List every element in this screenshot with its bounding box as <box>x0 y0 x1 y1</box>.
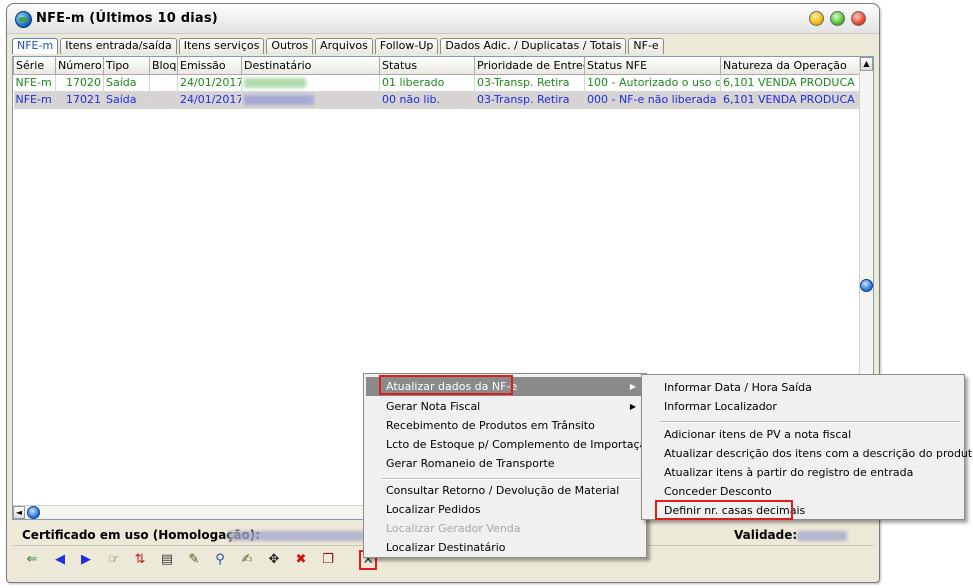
cell-emissao: 24/01/2017 <box>177 91 242 109</box>
tab-dados-adic[interactable]: Dados Adic. / Duplicatas / Totais <box>440 38 627 54</box>
exit-icon[interactable]: ⇐ <box>24 552 40 568</box>
submenu-item-data-hora-saida[interactable]: Informar Data / Hora Saída <box>644 378 962 397</box>
cell-tipo: Saída <box>103 74 150 92</box>
menu-item-gerar-romaneio[interactable]: Gerar Romaneio de Transporte <box>366 454 644 473</box>
col-tipo[interactable]: Tipo <box>103 57 150 75</box>
col-emissao[interactable]: Emissão <box>177 57 242 75</box>
scroll-thumb-horizontal[interactable] <box>27 506 40 519</box>
table-row[interactable]: NFE-m 17020 Saída 24/01/2017 01 liberado… <box>13 74 862 92</box>
validade-value-redacted <box>797 531 847 541</box>
menu-item-consultar-retorno[interactable]: Consultar Retorno / Devolução de Materia… <box>366 481 644 500</box>
col-prioridade[interactable]: Prioridade de Entrega <box>474 57 585 75</box>
certificate-value-redacted <box>228 531 368 541</box>
tab-itens-entrada-saida[interactable]: Itens entrada/saída <box>60 38 177 54</box>
cell-serie: NFE-m <box>13 74 56 92</box>
cell-serie: NFE-m <box>13 91 56 109</box>
minimize-button[interactable] <box>809 11 824 26</box>
cell-tipo: Saída <box>103 91 150 109</box>
sign-icon[interactable]: ✎ <box>186 552 202 568</box>
cell-status: 00 não lib. <box>379 91 475 109</box>
document-edit-icon[interactable]: ▤ <box>159 552 175 568</box>
menu-item-label: Gerar Nota Fiscal <box>386 400 481 413</box>
title-bar[interactable]: NFE-m (Últimos 10 dias) <box>7 4 879 34</box>
cell-numero: 17021 <box>55 91 104 109</box>
cell-bloq <box>149 91 178 109</box>
tab-itens-servicos[interactable]: Itens serviços <box>178 38 265 54</box>
cell-numero: 17020 <box>55 74 104 92</box>
submenu-item-atualizar-itens-entrada[interactable]: Atualizar itens à partir do registro de … <box>644 463 962 482</box>
cell-natureza: 6,101 VENDA PRODUCA <box>720 91 862 109</box>
close-button[interactable] <box>851 11 866 26</box>
menu-item-localizar-gerador-venda: Localizar Gerador Venda <box>386 522 521 535</box>
menu-item-label: Atualizar dados da NF-e <box>386 380 518 393</box>
scroll-thumb[interactable] <box>860 279 873 292</box>
cell-destinatario-redacted <box>241 91 380 109</box>
validade-label: Validade: <box>734 528 798 542</box>
cell-status-nfe: 000 - NF-e não liberada para <box>584 91 721 109</box>
menu-item-atualizar-dados-nfe[interactable]: Atualizar dados da NF-e ▶ <box>366 377 644 396</box>
hand-pointer-icon[interactable]: ☞ <box>106 552 122 568</box>
copy-icon[interactable]: ❐ <box>320 552 336 568</box>
col-destinatario[interactable]: Destinatário <box>241 57 380 75</box>
grid-header-row: Série Número Tipo Bloq Emissão Destinatá… <box>13 57 862 75</box>
arrow-right-icon[interactable]: ▶ <box>78 552 94 568</box>
tab-follow-up[interactable]: Follow-Up <box>374 38 439 54</box>
col-natureza[interactable]: Natureza da Operação <box>720 57 862 75</box>
submenu-arrow-icon: ▶ <box>629 382 636 391</box>
maximize-button[interactable] <box>830 11 845 26</box>
submenu-item-conceder-desconto[interactable]: Conceder Desconto <box>644 482 962 501</box>
submenu-arrow-icon: ▶ <box>629 402 636 411</box>
submenu-item-definir-casas-decimais[interactable]: Definir nr. casas decimais <box>644 501 962 520</box>
menu-item-recebimento[interactable]: Recebimento de Produtos em Trânsito <box>366 416 644 435</box>
delete-icon[interactable]: ✖ <box>293 552 309 568</box>
certificate-label: Certificado em uso (Homologação): <box>22 528 261 542</box>
menu-item-localizar-pedidos[interactable]: Localizar Pedidos <box>366 500 644 519</box>
app-globe-icon <box>15 11 32 28</box>
submenu-separator <box>660 421 960 423</box>
scroll-up-icon[interactable]: ▲ <box>860 57 873 71</box>
submenu-item-atualizar-descricao[interactable]: Atualizar descrição dos itens com a desc… <box>644 444 973 463</box>
submenu-item-adicionar-itens-pv[interactable]: Adicionar itens de PV a nota fiscal <box>644 425 962 444</box>
tab-arquivos[interactable]: Arquivos <box>315 38 373 54</box>
table-row[interactable]: NFE-m 17021 Saída 24/01/2017 00 não lib.… <box>13 91 862 109</box>
cell-prioridade: 03-Transp. Retira <box>474 74 585 92</box>
cell-emissao: 24/01/2017 <box>177 74 242 92</box>
col-status[interactable]: Status <box>379 57 475 75</box>
zoom-icon[interactable]: ⚲ <box>212 552 228 568</box>
cell-bloq <box>149 74 178 92</box>
cell-status: 01 liberado <box>379 74 475 92</box>
cell-status-nfe: 100 - Autorizado o uso da N <box>584 74 721 92</box>
arrow-left-icon[interactable]: ◀ <box>52 552 68 568</box>
context-menu: Atualizar dados da NF-e ▶ Gerar Nota Fisc… <box>363 373 653 558</box>
move-icon[interactable]: ✥ <box>266 552 282 568</box>
cell-natureza: 6,101 VENDA PRODUCA <box>720 74 862 92</box>
col-numero[interactable]: Número <box>55 57 104 75</box>
pencil-sheet-icon[interactable]: ✍ <box>239 552 255 568</box>
col-serie[interactable]: Série <box>13 57 56 75</box>
cell-destinatario-redacted <box>241 74 380 92</box>
tab-outros[interactable]: Outros <box>266 38 314 54</box>
menu-item-localizar-destinatario[interactable]: Localizar Destinatário <box>366 538 644 557</box>
col-status-nfe[interactable]: Status NFE <box>584 57 721 75</box>
tab-nf-e[interactable]: NF-e <box>628 38 664 54</box>
submenu-item-localizador[interactable]: Informar Localizador <box>644 397 962 416</box>
sort-icon[interactable]: ⇅ <box>132 552 148 568</box>
menu-item-gerar-nota-fiscal[interactable]: Gerar Nota Fiscal ▶ <box>366 397 644 416</box>
tab-nfe-m[interactable]: NFE-m <box>12 38 59 54</box>
menu-separator <box>382 478 642 480</box>
submenu: Informar Data / Hora Saída Informar Loca… <box>641 374 973 520</box>
window-title: NFE-m (Últimos 10 dias) <box>36 11 218 26</box>
col-bloq[interactable]: Bloq <box>149 57 178 75</box>
menu-item-lcto-estoque[interactable]: Lcto de Estoque p/ Complemento de Import… <box>366 435 653 454</box>
cell-prioridade: 03-Transp. Retira <box>474 91 585 109</box>
tab-strip: NFE-m Itens entrada/saída Itens serviços… <box>12 38 666 54</box>
scroll-left-icon[interactable]: ◄ <box>13 506 25 519</box>
